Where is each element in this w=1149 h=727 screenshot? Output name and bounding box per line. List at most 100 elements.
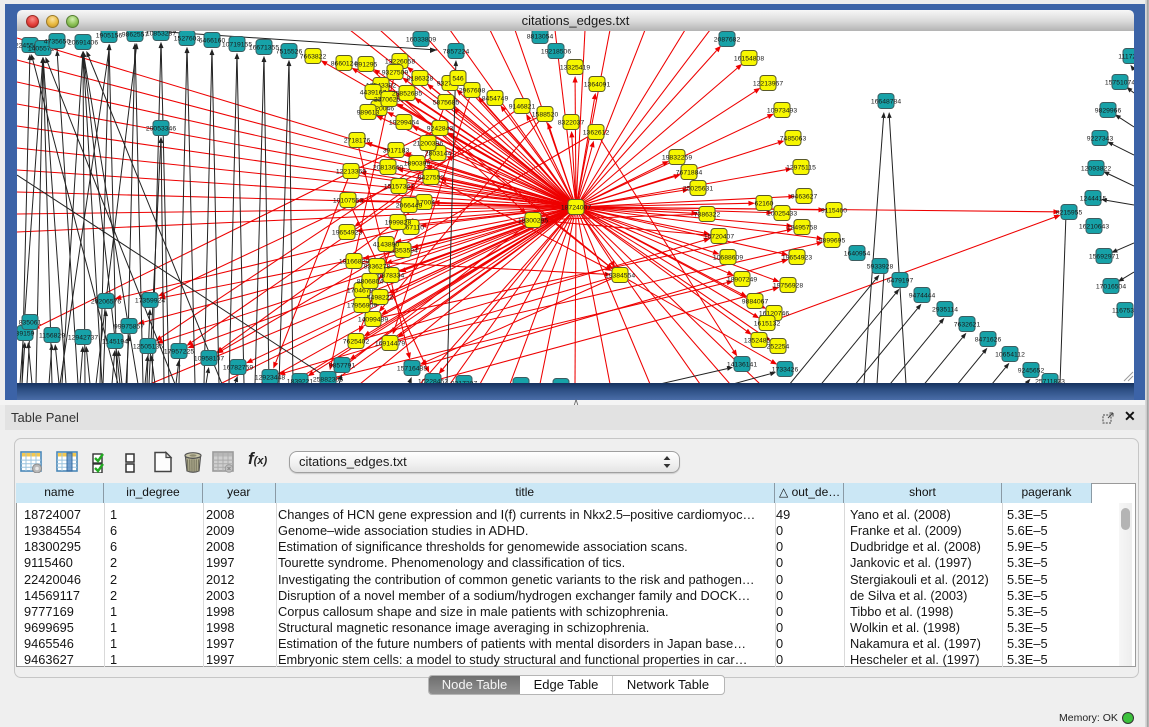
svg-text:8427552: 8427552 <box>418 174 445 181</box>
svg-text:19218506: 19218506 <box>541 48 571 55</box>
svg-text:1364091: 1364091 <box>584 81 611 88</box>
svg-text:29053346: 29053346 <box>146 125 176 132</box>
svg-text:12505135: 12505135 <box>133 343 163 350</box>
svg-text:15720407: 15720407 <box>704 233 734 240</box>
svg-text:1156829: 1156829 <box>39 332 65 339</box>
svg-text:1905156: 1905156 <box>96 32 123 39</box>
svg-text:1244415: 1244415 <box>1080 195 1107 202</box>
svg-text:17016504: 17016504 <box>1096 283 1126 290</box>
svg-text:10107553: 10107553 <box>333 197 363 204</box>
svg-text:18495758: 18495758 <box>787 224 817 231</box>
svg-text:15716485: 15716485 <box>397 365 427 372</box>
svg-text:25882305: 25882305 <box>313 376 343 382</box>
svg-text:1999828: 1999828 <box>385 219 412 226</box>
svg-text:9245652: 9245652 <box>1018 367 1045 374</box>
svg-text:20206576: 20206576 <box>91 298 121 305</box>
svg-text:9227343: 9227343 <box>1087 135 1114 142</box>
svg-text:19832259: 19832259 <box>662 154 692 161</box>
svg-text:5875685: 5875685 <box>433 99 460 106</box>
svg-text:10654112: 10654112 <box>995 351 1025 358</box>
svg-text:10973493: 10973493 <box>767 107 797 114</box>
svg-text:835061: 835061 <box>19 319 42 326</box>
svg-text:9463627: 9463627 <box>791 193 818 200</box>
svg-text:9829966: 9829966 <box>1095 107 1122 114</box>
svg-text:17957225: 17957225 <box>164 348 194 355</box>
svg-text:16648784: 16648784 <box>871 98 901 105</box>
svg-text:6479197: 6479197 <box>887 277 914 284</box>
svg-text:9862557: 9862557 <box>122 31 149 38</box>
svg-text:17956909: 17956909 <box>347 302 377 309</box>
svg-text:8813054: 8813054 <box>527 33 554 40</box>
svg-text:9242843: 9242843 <box>427 125 454 132</box>
svg-text:12942737: 12942737 <box>68 334 98 341</box>
svg-text:7632621: 7632621 <box>954 321 981 328</box>
svg-text:2087682: 2087682 <box>714 36 741 43</box>
svg-text:10688609: 10688609 <box>713 254 743 261</box>
svg-text:9327509: 9327509 <box>382 69 409 76</box>
svg-text:8806804: 8806804 <box>357 278 384 285</box>
svg-text:4143890: 4143890 <box>373 241 400 248</box>
svg-text:10025433: 10025433 <box>767 210 797 217</box>
svg-text:252254: 252254 <box>767 343 790 350</box>
svg-text:13325419: 13325419 <box>560 64 590 71</box>
svg-text:1839221: 1839221 <box>287 378 314 382</box>
svg-text:2066449: 2066449 <box>396 202 423 209</box>
svg-text:10719155: 10719155 <box>222 41 252 48</box>
svg-text:891295: 891295 <box>355 61 378 68</box>
svg-text:19384554: 19384554 <box>605 272 635 279</box>
svg-text:20813640: 20813640 <box>373 164 403 171</box>
svg-text:10853287: 10853287 <box>146 31 176 37</box>
svg-text:546: 546 <box>452 75 464 82</box>
svg-text:12213967: 12213967 <box>753 80 783 87</box>
svg-text:12923448: 12923448 <box>255 374 285 381</box>
svg-text:8660124: 8660124 <box>331 60 358 67</box>
svg-text:7857224: 7857224 <box>443 48 470 55</box>
svg-text:1527602: 1527602 <box>174 35 201 42</box>
svg-text:1615132: 1615132 <box>754 320 781 327</box>
svg-text:9217207: 9217207 <box>451 380 478 382</box>
svg-text:9899695: 9899695 <box>819 237 846 244</box>
svg-text:25852685: 25852685 <box>392 90 422 97</box>
svg-text:8454749: 8454749 <box>482 95 509 102</box>
svg-text:16782759: 16782759 <box>223 364 253 371</box>
svg-text:18300295: 18300295 <box>518 217 548 224</box>
svg-text:18907249: 18907249 <box>727 276 757 283</box>
svg-text:15692971: 15692971 <box>1089 253 1119 260</box>
svg-text:1588520: 1588520 <box>532 111 559 118</box>
svg-text:12093822: 12093822 <box>1081 165 1111 172</box>
svg-text:1640954: 1640954 <box>844 250 871 257</box>
svg-text:8322037: 8322037 <box>558 119 585 126</box>
svg-text:8186328: 8186328 <box>407 75 434 82</box>
svg-text:8471626: 8471626 <box>975 336 1002 343</box>
svg-text:19654923: 19654923 <box>332 229 362 236</box>
svg-text:7515526: 7515526 <box>276 48 303 55</box>
svg-text:19299464: 19299464 <box>389 119 419 126</box>
svg-text:8215955: 8215955 <box>1056 209 1083 216</box>
svg-text:1890399: 1890399 <box>404 160 431 167</box>
svg-text:10228452: 10228452 <box>418 378 448 382</box>
svg-text:7386322: 7386322 <box>694 211 721 218</box>
svg-text:9474444: 9474444 <box>909 292 936 299</box>
svg-text:7485063: 7485063 <box>780 135 807 142</box>
svg-text:12213369: 12213369 <box>336 168 366 175</box>
svg-text:25025631: 25025631 <box>683 185 713 192</box>
svg-text:1117204: 1117204 <box>1118 53 1134 60</box>
svg-text:9146821: 9146821 <box>509 103 536 110</box>
svg-text:1362612: 1362612 <box>583 129 610 136</box>
svg-text:1733426: 1733426 <box>772 366 799 373</box>
svg-text:2967608: 2967608 <box>459 87 486 94</box>
svg-text:3917183: 3917183 <box>383 147 410 154</box>
svg-text:5498222: 5498222 <box>367 294 394 301</box>
svg-text:14136141: 14136141 <box>727 361 757 368</box>
svg-text:99975857: 99975857 <box>114 323 144 330</box>
svg-text:16914479: 16914479 <box>375 340 405 347</box>
svg-text:989613: 989613 <box>357 109 380 116</box>
svg-text:16210643: 16210643 <box>1079 223 1109 230</box>
svg-text:9857791: 9857791 <box>329 362 356 369</box>
svg-text:7625402: 7625402 <box>343 338 370 345</box>
svg-text:2803144: 2803144 <box>425 150 452 157</box>
svg-text:9884067: 9884067 <box>742 298 769 305</box>
svg-text:9115460: 9115460 <box>821 207 847 214</box>
svg-text:7671884: 7671884 <box>676 169 703 176</box>
svg-text:4735650: 4735650 <box>44 38 71 45</box>
